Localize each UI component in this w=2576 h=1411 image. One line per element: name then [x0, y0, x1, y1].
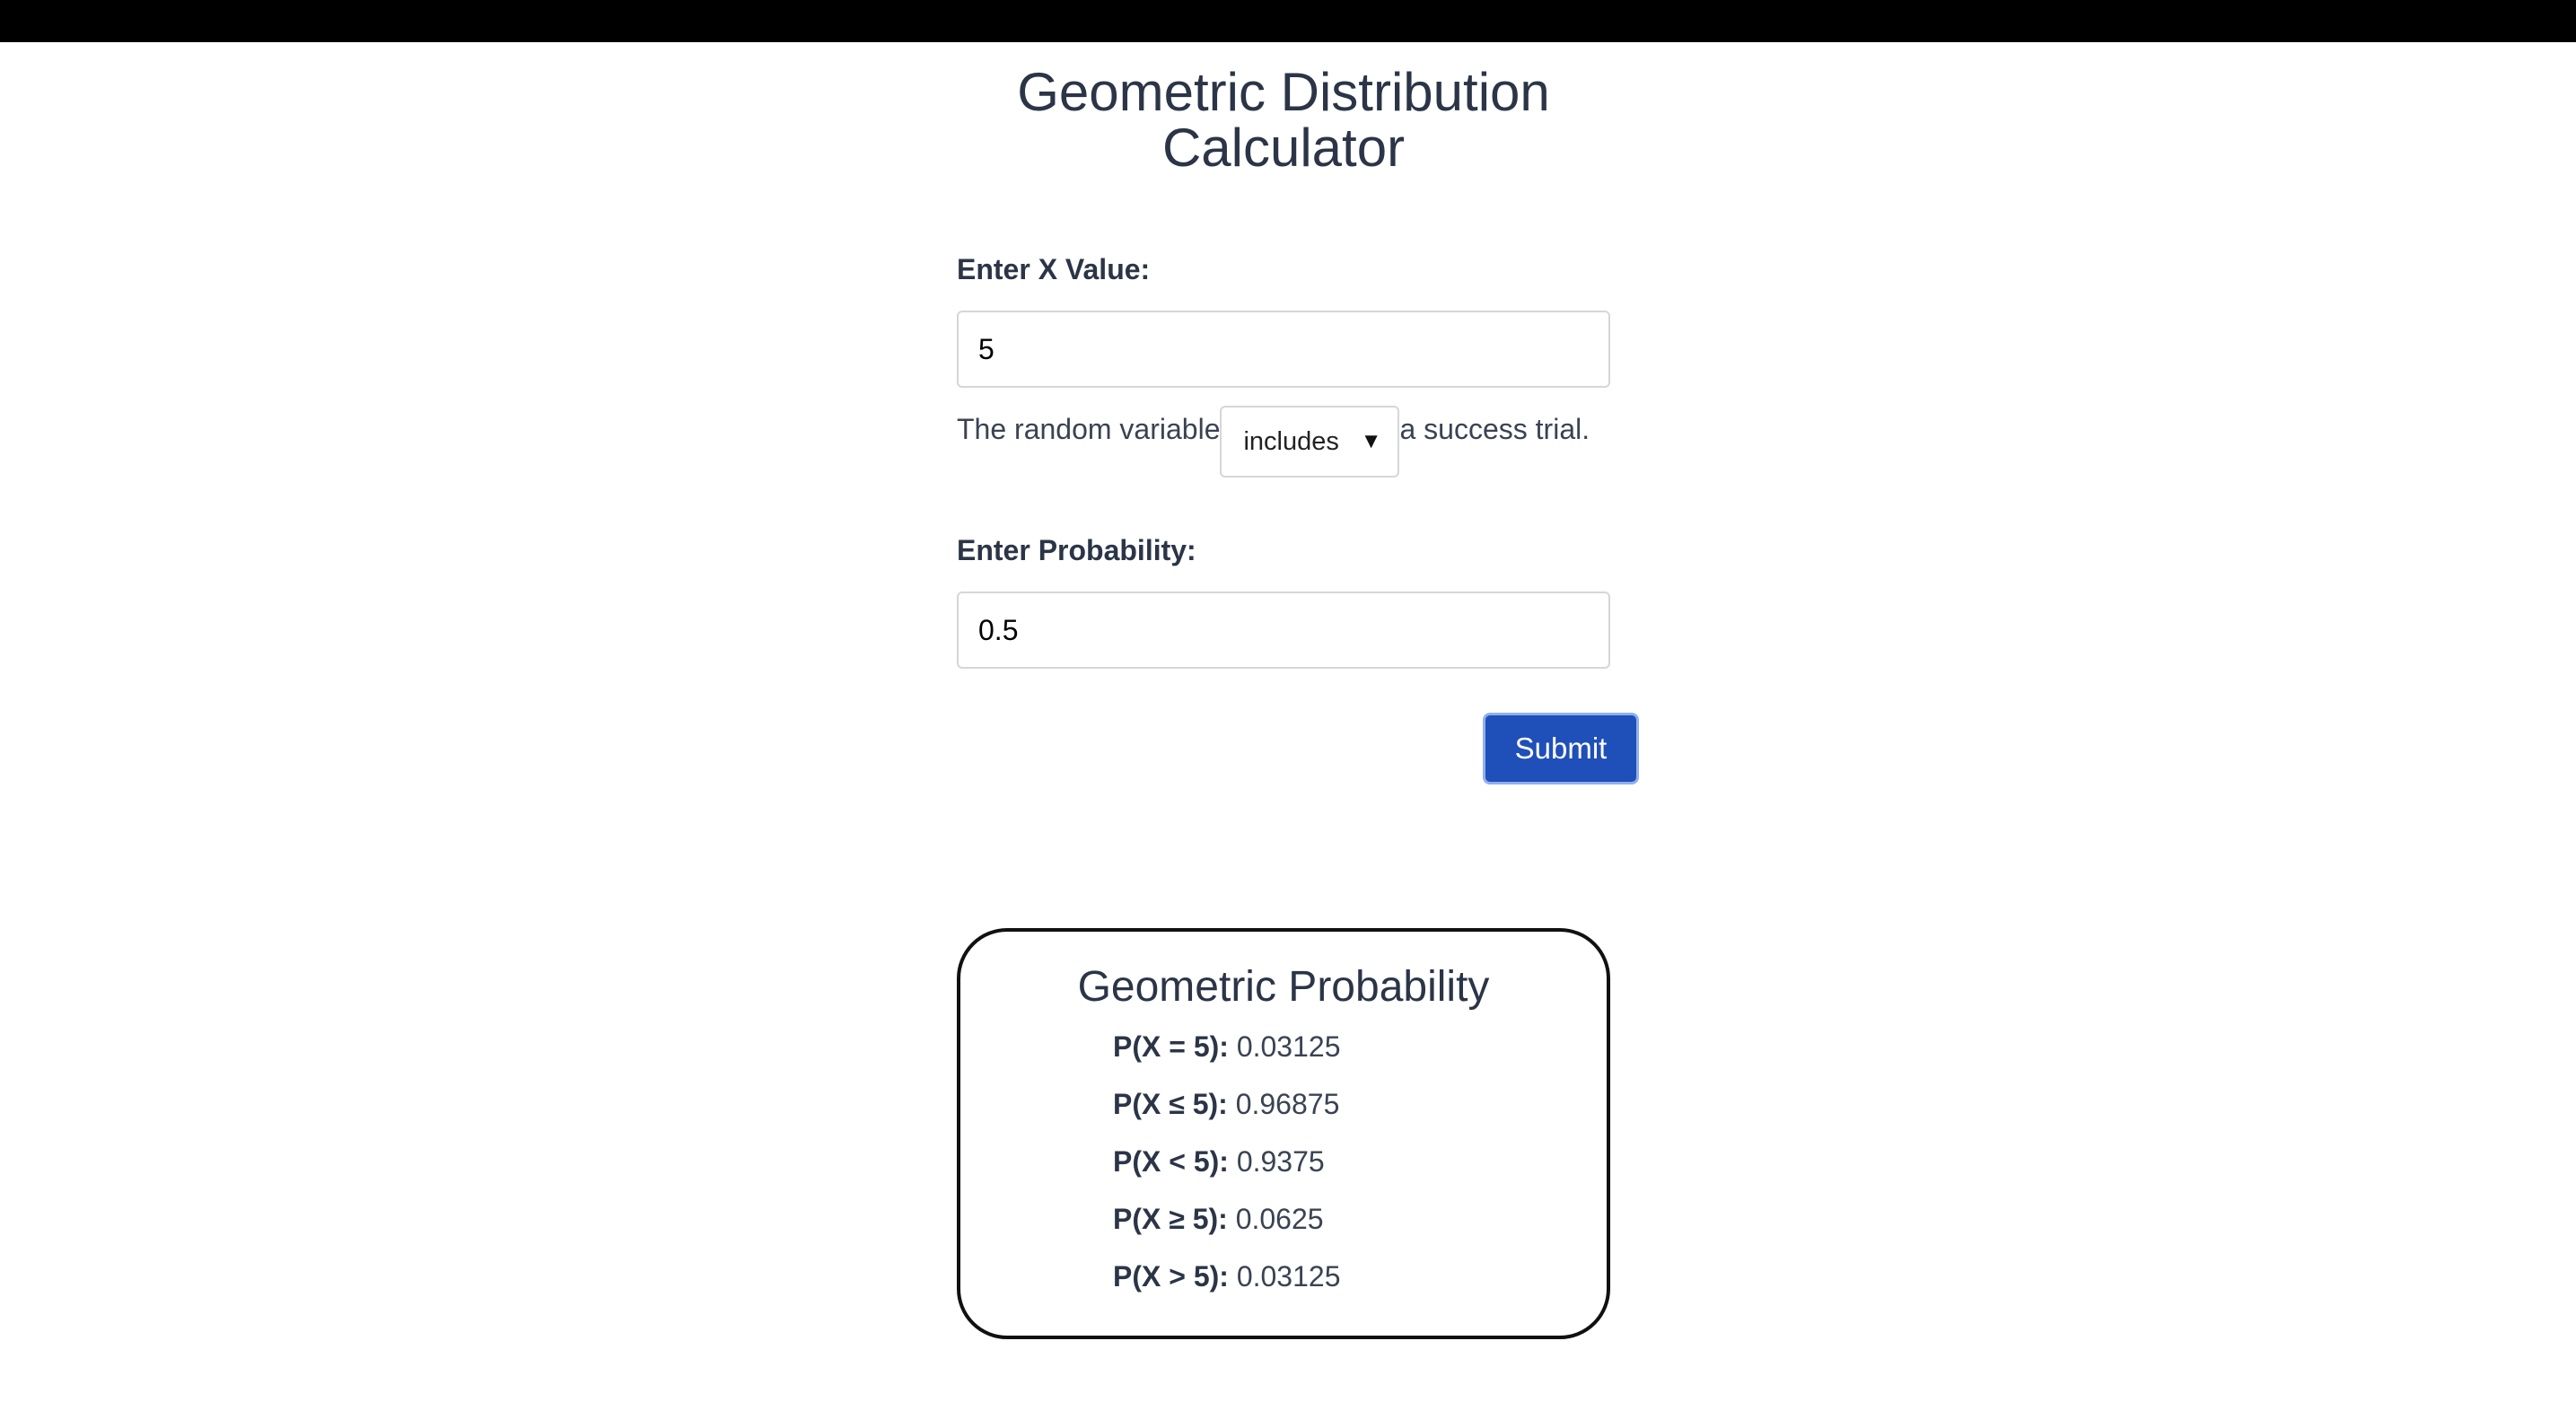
page-title-line-1: Geometric Distribution	[1017, 62, 1550, 122]
result-label: P(X = 5):	[1113, 1030, 1229, 1063]
result-row-le: P(X ≤ 5): 0.96875	[1113, 1088, 1339, 1121]
result-row-ge: P(X ≥ 5): 0.0625	[1113, 1203, 1324, 1236]
result-row-gt: P(X > 5): 0.03125	[1113, 1260, 1340, 1293]
caret-down-icon: ▼	[1360, 429, 1382, 453]
result-row-eq: P(X = 5): 0.03125	[1113, 1030, 1340, 1064]
random-variable-sentence: The random variable includes ▼ a success…	[957, 404, 1590, 479]
probability-label: Enter Probability:	[957, 534, 1196, 566]
includes-select[interactable]: includes ▼	[1220, 406, 1400, 478]
result-value: 0.9375	[1236, 1145, 1325, 1178]
result-row-lt: P(X < 5): 0.9375	[1113, 1145, 1325, 1179]
result-label: P(X < 5):	[1113, 1145, 1229, 1178]
top-bar	[0, 0, 2576, 42]
sentence-suffix: a success trial.	[1399, 413, 1590, 445]
submit-button[interactable]: Submit	[1483, 713, 1639, 784]
probability-input[interactable]	[957, 592, 1610, 669]
result-panel: Geometric Probability P(X = 5): 0.03125 …	[957, 928, 1610, 1339]
result-title: Geometric Probability	[1077, 963, 1490, 1011]
result-value: 0.0625	[1235, 1203, 1324, 1235]
result-label: P(X ≥ 5):	[1113, 1203, 1228, 1235]
result-value: 0.03125	[1236, 1260, 1341, 1293]
select-value: includes	[1243, 426, 1339, 456]
sentence-prefix: The random variable	[957, 413, 1221, 445]
x-value-input[interactable]	[957, 311, 1610, 388]
page-title: Geometric Distribution Calculator	[0, 65, 2567, 176]
result-label: P(X ≤ 5):	[1113, 1088, 1228, 1120]
result-label: P(X > 5):	[1113, 1260, 1229, 1293]
x-value-label: Enter X Value:	[957, 253, 1151, 285]
result-value: 0.96875	[1235, 1088, 1340, 1120]
result-value: 0.03125	[1236, 1030, 1341, 1063]
page-title-line-2: Calculator	[1161, 118, 1406, 178]
